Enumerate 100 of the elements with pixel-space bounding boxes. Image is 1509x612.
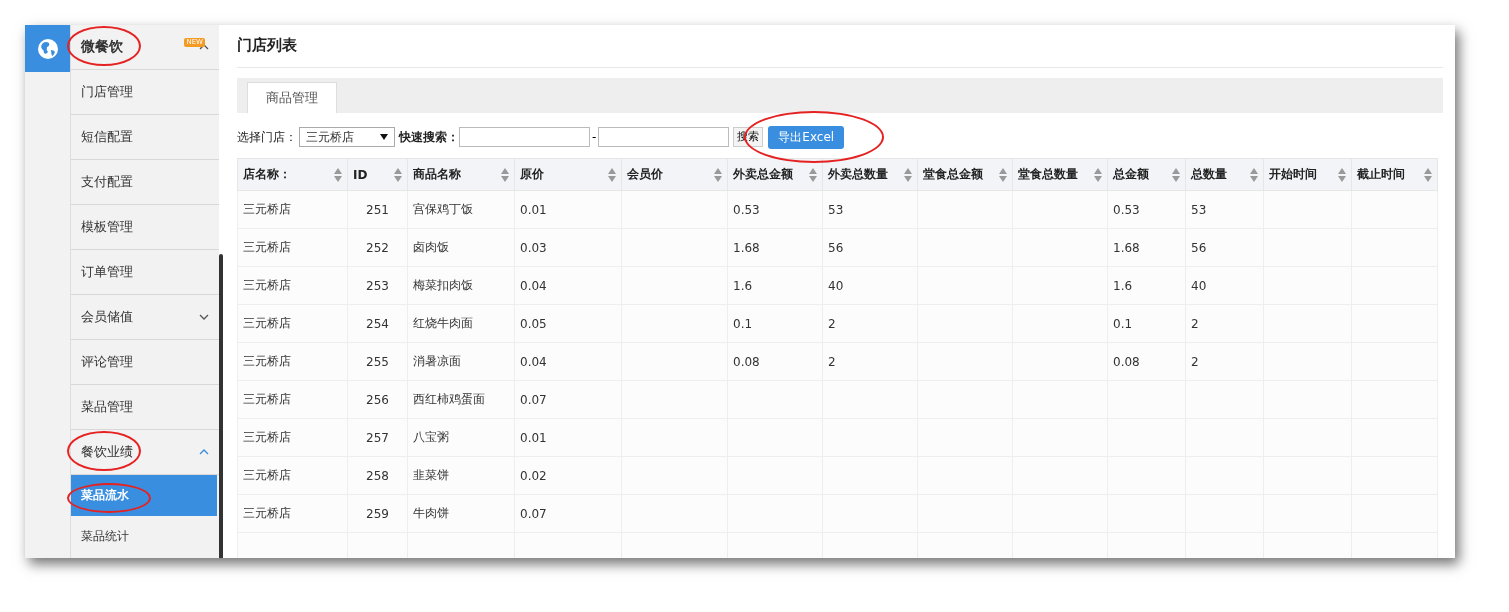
table-cell: 53 [822,190,918,229]
table-cell: 0.1 [1107,304,1186,343]
table-cell: 0.01 [514,190,622,229]
menu-label: 会员储值 [81,308,133,326]
table-cell: 259 [347,494,408,533]
table-cell: 卤肉饭 [407,228,515,267]
column-header[interactable]: 商品名称 [407,158,515,191]
table-cell: 254 [347,304,408,343]
menu-item[interactable]: 短信配置 [71,115,219,160]
table-cell: 三元桥店 [237,456,348,495]
table-cell: 三元桥店 [237,190,348,229]
table-cell: 0.08 [727,342,823,381]
table-cell: 八宝粥 [407,418,515,457]
menu-item[interactable]: 支付配置 [71,160,219,205]
sort-icon [1172,167,1180,182]
menu-label: 门店管理 [81,83,133,101]
table-cell: 0.05 [514,304,622,343]
table-cell: 255 [347,342,408,381]
column-header[interactable]: 原价 [514,158,622,191]
table-cell: 1.68 [727,228,823,267]
table-cell: 1.6 [1107,266,1186,305]
table-cell: 韭菜饼 [407,456,515,495]
table-cell: 三元桥店 [237,266,348,305]
column-header[interactable]: 会员价 [621,158,728,191]
table-cell: 1.6 [727,266,823,305]
table-cell: 牛肉饼 [407,494,515,533]
column-header[interactable]: 堂食总金额 [917,158,1013,191]
globe-icon[interactable] [36,37,59,60]
scrollbar[interactable] [219,254,223,558]
dropdown-arrow-icon [380,134,388,140]
column-header[interactable]: 堂食总数量 [1012,158,1108,191]
sort-icon [608,167,616,182]
table-cell: 53 [1185,190,1264,229]
page-title: 门店列表 [237,25,1443,68]
search-end-field[interactable] [598,127,730,147]
column-header[interactable]: 总金额 [1107,158,1186,191]
menu-label: 支付配置 [81,173,133,191]
table-cell: 三元桥店 [237,304,348,343]
tab[interactable]: 商品管理 [247,82,337,113]
table-cell: 0.08 [1107,342,1186,381]
search-start-field[interactable] [459,127,590,147]
table-cell: 1.68 [1107,228,1186,267]
column-header[interactable]: 截止时间 [1351,158,1438,191]
table-cell: 西红柿鸡蛋面 [407,380,515,419]
sort-icon [501,167,509,182]
sort-icon [1094,167,1102,182]
menu-item[interactable]: 门店管理 [71,70,219,115]
table-cell: 56 [822,228,918,267]
sort-icon [1424,167,1432,182]
table-cell: 258 [347,456,408,495]
table-cell: 0.53 [1107,190,1186,229]
table-cell: 消暑凉面 [407,342,515,381]
table-cell: 40 [1185,266,1264,305]
menu-label: 短信配置 [81,128,133,146]
table-cell: 56 [1185,228,1264,267]
table-cell: 0.03 [514,228,622,267]
table-cell: 0.04 [514,342,622,381]
sort-icon [334,167,342,182]
column-header[interactable]: 总数量 [1185,158,1264,191]
menu-label: 评论管理 [81,353,133,371]
table-cell: 宫保鸡丁饭 [407,190,515,229]
menu-label: 菜品管理 [81,398,133,416]
table-cell: 257 [347,418,408,457]
table-cell: 251 [347,190,408,229]
sort-icon [394,167,402,182]
table-cell: 0.07 [514,494,622,533]
sort-icon [999,167,1007,182]
table-cell: 梅菜扣肉饭 [407,266,515,305]
table-cell: 252 [347,228,408,267]
table-cell: 0.04 [514,266,622,305]
menu-item[interactable]: 模板管理 [71,205,219,250]
table-cell: 0.07 [514,380,622,419]
column-header[interactable]: ID [347,158,408,191]
table-cell: 0.1 [727,304,823,343]
table-cell: 三元桥店 [237,418,348,457]
range-separator: - [592,130,597,144]
table-cell: 40 [822,266,918,305]
column-header[interactable]: 外卖总金额 [727,158,823,191]
menu-label: 订单管理 [81,263,133,281]
table-cell: 红烧牛肉面 [407,304,515,343]
table-cell: 253 [347,266,408,305]
column-header[interactable]: 外卖总数量 [822,158,918,191]
table-cell: 三元桥店 [237,342,348,381]
store-label: 选择门店： [237,128,297,146]
table-cell: 2 [822,342,918,381]
table-cell: 0.53 [727,190,823,229]
table-cell: 0.01 [514,418,622,457]
search-label: 快速搜索： [399,128,459,146]
sort-icon [1338,167,1346,182]
table-cell: 2 [822,304,918,343]
column-header[interactable]: 店名称： [237,158,348,191]
table-cell: 0.02 [514,456,622,495]
sort-icon [904,167,912,182]
column-header[interactable]: 开始时间 [1263,158,1352,191]
store-select[interactable]: 三元桥店 [299,127,395,147]
menu-label: 餐饮业绩 [81,443,133,461]
sort-icon [714,167,722,182]
table-cell: 256 [347,380,408,419]
menu-label: 模板管理 [81,218,133,236]
submenu-item[interactable]: 菜品统计 [71,516,217,557]
